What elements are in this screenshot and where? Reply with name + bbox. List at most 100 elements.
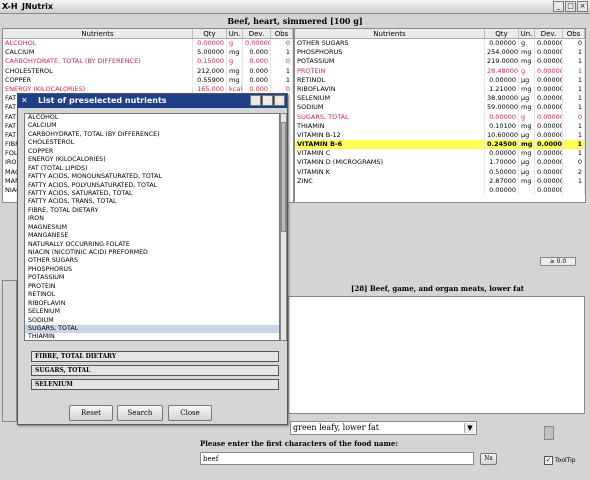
nutrient-list-item[interactable]: COPPER xyxy=(25,148,279,156)
obs-cell: 1 xyxy=(563,84,585,95)
table-row[interactable]: VITAMIN D (MICROGRAMS) 1.70000 µg 0.00000 0 xyxy=(295,158,585,168)
table-row[interactable]: CALCIUM 5.00000 mg 0.000 1 xyxy=(3,48,293,58)
unit-cell: g xyxy=(519,112,535,122)
table-row[interactable]: SUGARS, TOTAL 0.00000 g 0.00000 0 xyxy=(295,112,585,122)
nutrient-list-item[interactable]: FATTY ACIDS, SATURATED, TOTAL xyxy=(25,190,279,198)
table-row[interactable]: 0.00000 0.00000 xyxy=(295,186,585,196)
nutrient-list-item[interactable]: RIBOFLAVIN xyxy=(25,300,279,308)
unit-cell: µg xyxy=(519,130,535,141)
search-button[interactable]: Search xyxy=(117,405,163,421)
window-titlebar[interactable]: X-H JNutrix _ □ × xyxy=(0,0,590,14)
obs-cell: 1 xyxy=(563,94,585,104)
obs-cell: 1 xyxy=(563,75,585,85)
col-obs[interactable]: Obs xyxy=(563,29,585,38)
table-row[interactable]: POTASSIUM 219.00000 mg 0.00000 1 xyxy=(295,57,585,67)
nutrient-list-item[interactable]: PROTEIN xyxy=(25,283,279,291)
tooltip-checkbox[interactable]: ✓ xyxy=(544,456,553,465)
unit-cell: mg xyxy=(519,57,535,67)
nutrient-list-item[interactable]: FATTY ACIDS, MONOUNSATURATED, TOTAL xyxy=(25,173,279,181)
col-qty[interactable]: Qty xyxy=(485,29,519,38)
dialog-maximize-button[interactable]: □ xyxy=(262,95,273,106)
scrollbar-thumb[interactable] xyxy=(281,122,286,232)
table-row[interactable]: ZINC 2.87000 mg 0.00000 1 xyxy=(295,176,585,186)
table-row[interactable]: RIBOFLAVIN 1.21000 mg 0.00000 1 xyxy=(295,84,585,95)
nutrient-list-item[interactable]: NIACIN (NICOTINIC ACID) PREFORMED xyxy=(25,249,279,257)
close-window-button[interactable]: × xyxy=(577,1,588,12)
nutrient-list-item[interactable]: MAGNESIUM xyxy=(25,224,279,232)
nutrient-list-item[interactable]: SELENIUM xyxy=(25,308,279,316)
table-row[interactable]: VITAMIN C 0.00000 mg 0.00000 1 xyxy=(295,149,585,159)
table-row[interactable]: SELENIUM 38.90000 µg 0.00000 1 xyxy=(295,94,585,104)
nutrient-list-item[interactable]: MANGANESE xyxy=(25,232,279,240)
food-group-combo[interactable]: green leafy, lower fat ▼ xyxy=(290,421,477,435)
nutrient-list-item[interactable]: CALCIUM xyxy=(25,122,279,130)
obs-cell: 1 xyxy=(563,121,585,131)
nutrient-list-item[interactable]: THIAMIN xyxy=(25,333,279,340)
table-row[interactable]: CHOLESTEROL 212.000 mg 0.000 1 xyxy=(3,66,293,76)
scale-label[interactable]: ≥ 0.0 xyxy=(540,257,576,266)
col-dev[interactable]: Dev. xyxy=(243,29,271,38)
table-row[interactable]: VITAMIN B-12 10.60000 µg 0.00000 1 xyxy=(295,130,585,141)
table-row[interactable]: ALCOHOL 0.00000 g 0.00000 0 xyxy=(3,39,293,49)
food-title: Beef, heart, simmered [100 g] xyxy=(227,16,363,26)
table-row[interactable]: VITAMIN B-60.24500mg0.000001 xyxy=(295,140,585,150)
next-button[interactable]: Nx xyxy=(480,453,497,465)
nutrient-list-item[interactable]: NATURALLY OCCURRING FOLATE xyxy=(25,241,279,249)
obs-cell: 1 xyxy=(563,140,585,150)
nutrient-list-item[interactable]: OTHER SUGARS xyxy=(25,257,279,265)
tooltip-toggle[interactable]: ✓ ToolTip xyxy=(544,456,576,465)
table-row[interactable]: COPPER 0.55900 mg 0.000 1 xyxy=(3,75,293,85)
food-list-pane[interactable] xyxy=(288,296,585,414)
reset-button[interactable]: Reset xyxy=(69,405,113,421)
minimize-button[interactable]: _ xyxy=(553,1,564,12)
nutrient-list-item[interactable]: ENERGY (KILOCALORIES) xyxy=(25,156,279,164)
col-unit[interactable]: Un. xyxy=(519,29,535,38)
qty-cell: 0.10100 xyxy=(485,121,519,131)
col-nutrients[interactable]: Nutrients xyxy=(3,29,193,38)
nutrient-list-item[interactable]: POTASSIUM xyxy=(25,274,279,282)
table-row[interactable]: PHOSPHORUS 254.00000 mg 0.00000 1 xyxy=(295,48,585,58)
selected-nutrient-chip[interactable]: SUGARS, TOTAL xyxy=(31,365,279,376)
table-row[interactable]: CARBOHYDRATE, TOTAL (BY DIFFERENCE) 0.150… xyxy=(3,57,293,67)
nutrient-list[interactable]: ALCOHOL CALCIUM CARBOHYDRATE, TOTAL (BY DI… xyxy=(24,113,280,341)
nutrient-list-item[interactable]: SUGARS, TOTAL xyxy=(25,324,279,334)
nutrient-list-item[interactable]: SODIUM xyxy=(25,317,279,325)
chevron-down-icon[interactable]: ▼ xyxy=(464,423,475,433)
dialog-close-icon[interactable]: × xyxy=(274,95,285,106)
food-search-input[interactable] xyxy=(200,452,474,465)
table-row[interactable]: OTHER SUGARS 0.00000 g 0.00000 0 xyxy=(295,39,585,49)
unit-cell: mg xyxy=(227,66,243,76)
table-row[interactable]: VITAMIN K 0.50000 µg 0.00000 2 xyxy=(295,167,585,177)
col-unit[interactable]: Un. xyxy=(227,29,243,38)
selected-nutrient-chip[interactable]: SELENIUM xyxy=(31,379,279,390)
nutrient-list-item[interactable]: FAT (TOTAL LIPIDS) xyxy=(25,165,279,173)
nutrient-list-item[interactable]: FATTY ACIDS, TRANS, TOTAL xyxy=(25,198,279,206)
col-qty[interactable]: Qty xyxy=(193,29,227,38)
dialog-minimize-button[interactable]: _ xyxy=(250,95,261,106)
nutrient-list-scrollbar[interactable] xyxy=(280,113,287,341)
nutrient-list-item[interactable]: FIBRE, TOTAL DIETARY xyxy=(25,207,279,215)
table-row[interactable]: THIAMIN 0.10100 mg 0.00000 1 xyxy=(295,121,585,131)
nutrient-list-item[interactable]: ALCOHOL xyxy=(25,114,279,122)
table-row[interactable]: RETINOL 0.00000 µg 0.00000 1 xyxy=(295,75,585,85)
nutrient-list-item[interactable]: CARBOHYDRATE, TOTAL (BY DIFFERENCE) xyxy=(25,131,279,139)
col-obs[interactable]: Obs xyxy=(271,29,293,38)
table-row[interactable]: SODIUM 59.00000 mg 0.00000 1 xyxy=(295,103,585,113)
dialog-titlebar[interactable]: ✕ List of preselected nutrients _ □ × xyxy=(18,94,287,108)
maximize-button[interactable]: □ xyxy=(565,1,576,12)
nutrient-list-item[interactable]: IRON xyxy=(25,215,279,223)
preselected-nutrients-dialog[interactable]: ✕ List of preselected nutrients _ □ × AL… xyxy=(17,93,288,425)
qty-cell: 2.87000 xyxy=(485,176,519,186)
nutrient-list-item[interactable]: PHOSPHORUS xyxy=(25,266,279,274)
unit-cell: g xyxy=(519,66,535,76)
nutrient-list-item[interactable]: CHOLESTEROL xyxy=(25,139,279,147)
dev-cell: 0.00000 xyxy=(537,130,563,141)
nutrient-list-item[interactable]: FATTY ACIDS, POLYUNSATURATED, TOTAL xyxy=(25,182,279,190)
col-dev[interactable]: Dev. xyxy=(535,29,563,38)
nutrient-list-item[interactable]: RETINOL xyxy=(25,291,279,299)
table-row[interactable]: PROTEIN 28.48000 g 0.00000 1 xyxy=(295,66,585,76)
close-button[interactable]: Close xyxy=(168,405,212,421)
col-nutrients[interactable]: Nutrients xyxy=(295,29,485,38)
right-nutrient-table[interactable]: Nutrients Qty Un. Dev. Obs OTHER SUGARS 0… xyxy=(294,28,586,203)
selected-nutrient-chip[interactable]: FIBRE, TOTAL DIETARY xyxy=(31,351,279,362)
